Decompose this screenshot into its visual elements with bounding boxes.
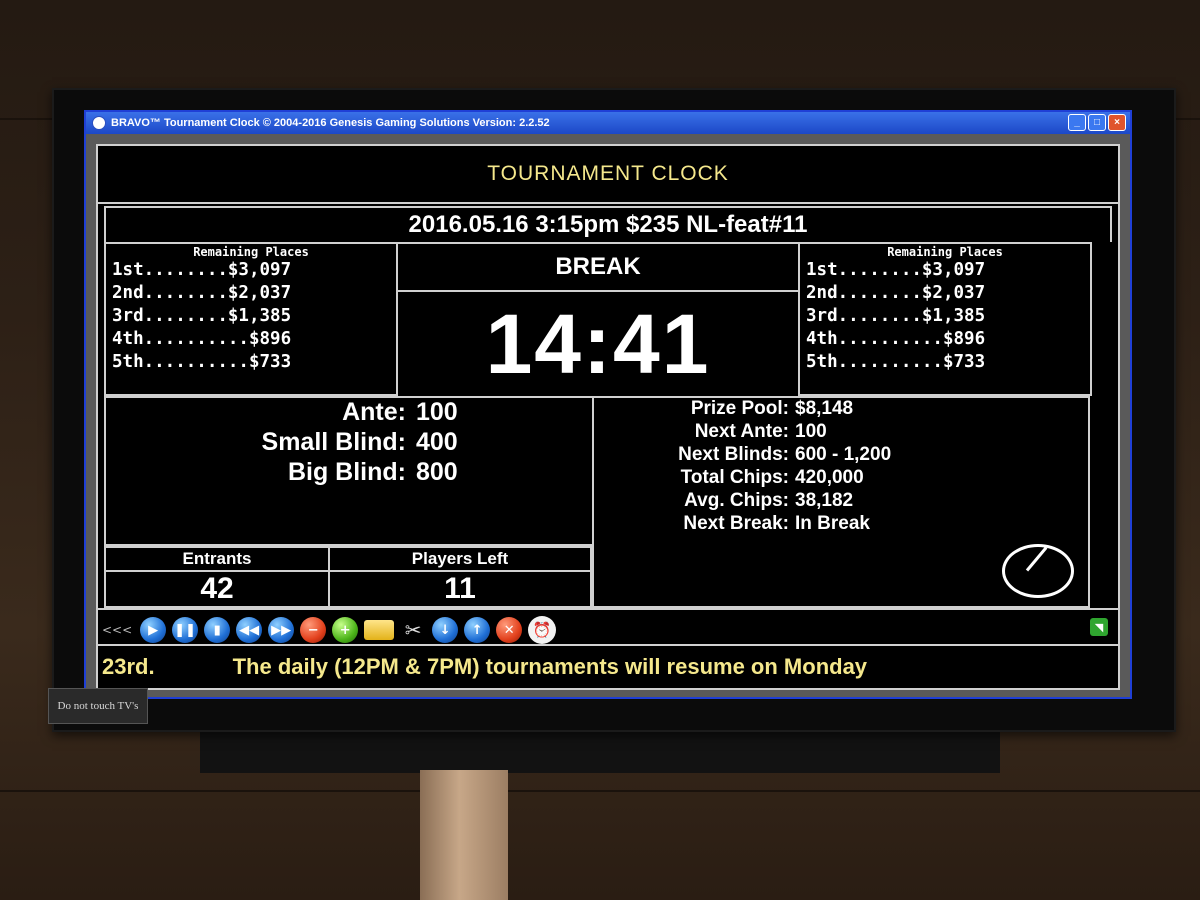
clock-display: TOURNAMENT CLOCK 2016.05.16 3:15pm $235 … bbox=[96, 144, 1120, 690]
blinds-panel: Ante: 100 Small Blind: 400 Big Blind: 80… bbox=[104, 396, 592, 546]
avg-chips-row: Avg. Chips: 38,182 bbox=[594, 490, 1074, 512]
remaining-places-left: Remaining Places 1st........$3,097 2nd..… bbox=[104, 242, 398, 396]
play-icon[interactable]: ▶ bbox=[140, 617, 167, 643]
rewind-icon[interactable]: ◀◀ bbox=[236, 617, 263, 643]
place-row: 1st........$3,097 bbox=[112, 260, 292, 280]
place-row: 2nd........$2,037 bbox=[112, 283, 292, 303]
place-row: 5th..........$733 bbox=[112, 352, 292, 372]
places-heading: Remaining Places bbox=[887, 245, 1003, 259]
window-title: BRAVO™ Tournament Clock © 2004-2016 Gene… bbox=[111, 117, 550, 129]
do-not-touch-sign: Do not touch TV's bbox=[48, 688, 148, 724]
big-blind-label: Big Blind: bbox=[287, 458, 406, 486]
place-row: 3rd........$1,385 bbox=[112, 306, 292, 326]
entrants-value: 42 bbox=[200, 572, 234, 605]
support-pole bbox=[420, 770, 508, 900]
total-chips-label: Total Chips: bbox=[680, 467, 789, 488]
ante-row: Ante: 100 bbox=[106, 398, 556, 427]
next-blinds-value: 600 - 1,200 bbox=[795, 444, 892, 465]
place-row: 2nd........$2,037 bbox=[806, 283, 986, 303]
place-row: 4th..........$896 bbox=[806, 329, 986, 349]
big-blind-value: 800 bbox=[416, 458, 458, 486]
window-titlebar[interactable]: BRAVO™ Tournament Clock © 2004-2016 Gene… bbox=[86, 112, 1130, 134]
next-ante-label: Next Ante: bbox=[694, 421, 789, 442]
total-chips-value: 420,000 bbox=[795, 467, 864, 488]
place-row: 4th..........$896 bbox=[112, 329, 292, 349]
player-counts: Entrants 42 Players Left 11 bbox=[104, 546, 592, 608]
speed-dial-icon[interactable] bbox=[1002, 544, 1074, 598]
app-icon bbox=[92, 116, 106, 130]
players-left-value: 11 bbox=[444, 572, 476, 605]
message-ticker: 23rd. The daily (12PM & 7PM) tournaments… bbox=[98, 644, 1118, 688]
countdown-timer: 14:41 bbox=[485, 296, 711, 391]
level-timer-panel: BREAK 14:41 bbox=[398, 242, 798, 396]
minimize-button[interactable]: _ bbox=[1068, 114, 1086, 131]
big-blind-row: Big Blind: 800 bbox=[106, 458, 556, 487]
ticker-text-left: 23rd. bbox=[102, 654, 155, 679]
players-left-box: Players Left 11 bbox=[330, 548, 590, 606]
ante-label: Ante: bbox=[342, 398, 406, 426]
remaining-places-right: Remaining Places 1st........$3,097 2nd..… bbox=[798, 242, 1092, 396]
next-break-label: Next Break: bbox=[683, 513, 789, 534]
ticker-text: The daily (12PM & 7PM) tournaments will … bbox=[232, 654, 868, 679]
download-icon[interactable]: ↓ bbox=[432, 617, 459, 643]
folder-icon[interactable] bbox=[364, 620, 395, 640]
next-break-value: In Break bbox=[795, 513, 870, 534]
pause-icon[interactable]: ❚❚ bbox=[172, 617, 199, 643]
stats-panel: Prize Pool: $8,148 Next Ante: 100 Next B… bbox=[592, 396, 1090, 608]
players-left-label: Players Left bbox=[330, 548, 590, 572]
event-name: 2016.05.16 3:15pm $235 NL-feat#11 bbox=[104, 206, 1112, 242]
avg-chips-value: 38,182 bbox=[795, 490, 854, 511]
level-label: BREAK bbox=[398, 244, 798, 292]
trash-icon[interactable]: ▮ bbox=[204, 617, 231, 643]
next-blinds-row: Next Blinds: 600 - 1,200 bbox=[594, 444, 1074, 466]
next-ante-row: Next Ante: 100 bbox=[594, 421, 1074, 443]
ante-value: 100 bbox=[416, 398, 458, 426]
add-player-icon[interactable]: + bbox=[332, 617, 359, 643]
feed-icon[interactable]: ◥ bbox=[1090, 618, 1108, 636]
page-title: TOURNAMENT CLOCK bbox=[98, 146, 1118, 204]
prize-pool-label: Prize Pool: bbox=[690, 398, 789, 419]
next-break-row: Next Break: In Break bbox=[594, 513, 1074, 535]
remove-player-icon[interactable]: − bbox=[300, 617, 327, 643]
small-blind-label: Small Blind: bbox=[261, 428, 406, 456]
upload-icon[interactable]: ↑ bbox=[464, 617, 491, 643]
next-blinds-label: Next Blinds: bbox=[678, 444, 789, 465]
place-row: 3rd........$1,385 bbox=[806, 306, 986, 326]
place-row: 5th..........$733 bbox=[806, 352, 986, 372]
alarm-clock-icon[interactable]: ⏰ bbox=[528, 616, 557, 644]
toolbar-collapse-icon[interactable]: <<< bbox=[102, 623, 132, 637]
fast-forward-icon[interactable]: ▶▶ bbox=[268, 617, 295, 643]
settings-tools-icon[interactable]: ✂ bbox=[400, 617, 426, 643]
small-blind-row: Small Blind: 400 bbox=[106, 428, 556, 457]
entrants-label: Entrants bbox=[106, 548, 328, 572]
places-heading: Remaining Places bbox=[193, 245, 309, 259]
prize-pool-row: Prize Pool: $8,148 bbox=[594, 398, 1074, 420]
maximize-button[interactable]: □ bbox=[1088, 114, 1106, 131]
small-blind-value: 400 bbox=[416, 428, 458, 456]
tv-mount bbox=[200, 725, 1000, 773]
total-chips-row: Total Chips: 420,000 bbox=[594, 467, 1074, 489]
place-row: 1st........$3,097 bbox=[806, 260, 986, 280]
avg-chips-label: Avg. Chips: bbox=[684, 490, 789, 511]
close-button[interactable]: × bbox=[1108, 114, 1126, 131]
prize-pool-value: $8,148 bbox=[795, 398, 854, 419]
stop-icon[interactable]: ✕ bbox=[496, 617, 523, 643]
next-ante-value: 100 bbox=[795, 421, 827, 442]
app-window: BRAVO™ Tournament Clock © 2004-2016 Gene… bbox=[84, 110, 1132, 699]
entrants-box: Entrants 42 bbox=[106, 548, 330, 606]
